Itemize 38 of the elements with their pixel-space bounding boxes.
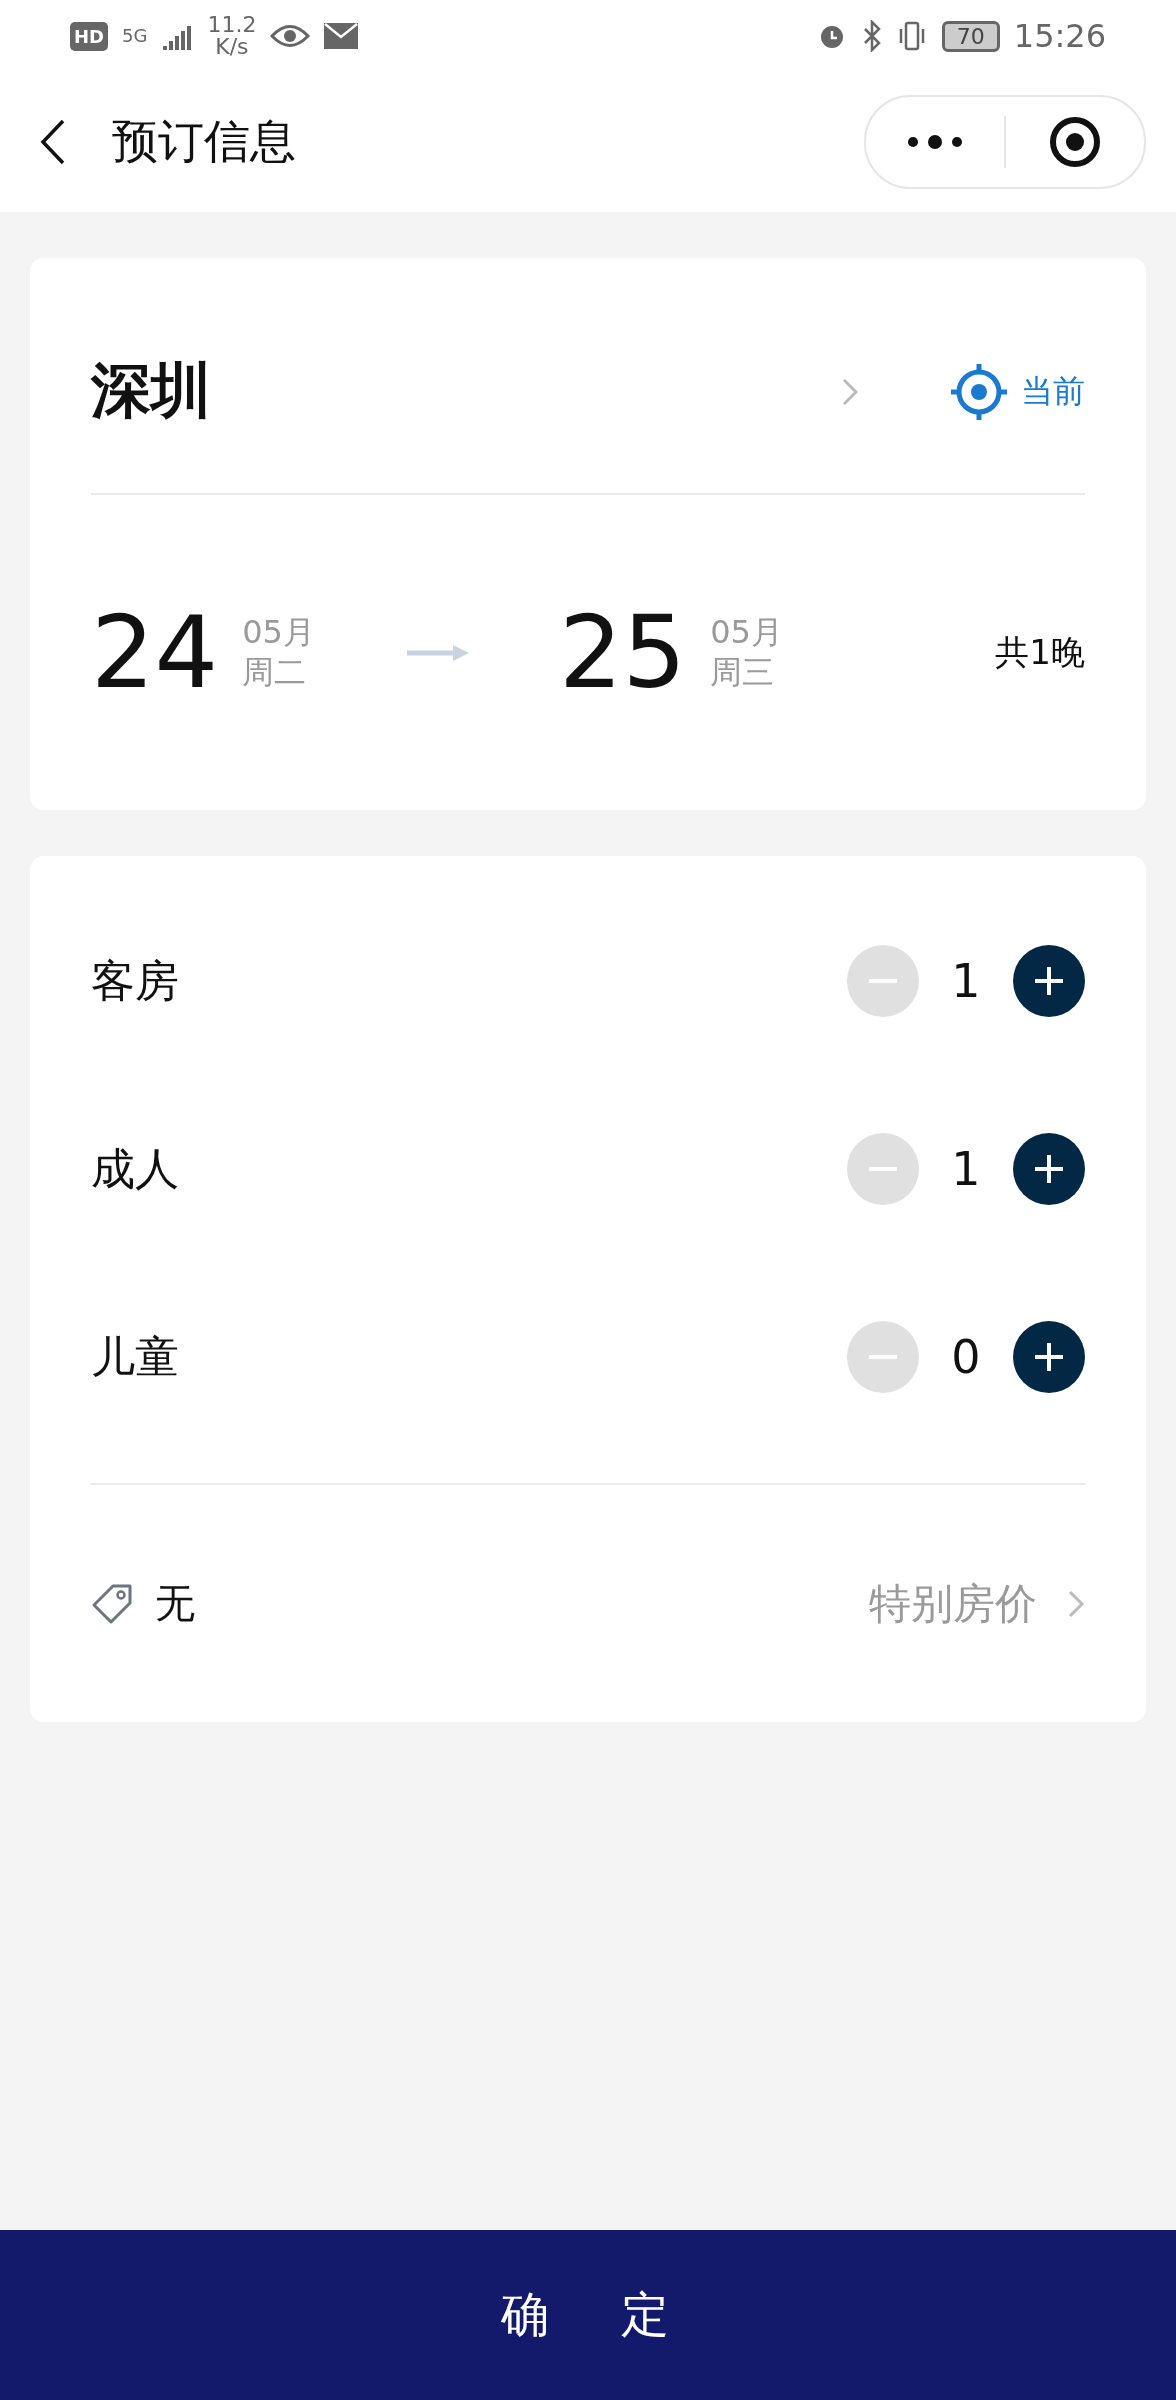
day-number: 25 — [558, 602, 687, 703]
more-icon[interactable] — [905, 134, 965, 150]
speed-value: 11.2 — [207, 14, 257, 36]
counter-label: 儿童 — [91, 1329, 179, 1384]
eye-icon — [270, 23, 311, 49]
chevron-right-icon — [841, 376, 859, 407]
tag-icon — [91, 1582, 133, 1625]
arrow-icon — [406, 644, 469, 661]
current-location-button[interactable]: 当前 — [949, 361, 1085, 422]
battery-icon: 70 — [941, 20, 1000, 52]
plus-icon — [1035, 1155, 1063, 1183]
city-name[interactable]: 深圳 — [91, 351, 211, 432]
month-label: 05月 — [710, 615, 783, 651]
locate-icon — [949, 361, 1009, 422]
weekday-label: 周三 — [710, 654, 776, 690]
nights-count: 共1晚 — [995, 630, 1085, 674]
counter-label: 客房 — [91, 953, 179, 1008]
counter-value: 1 — [950, 954, 982, 1008]
back-icon[interactable] — [40, 119, 66, 165]
day-number: 24 — [91, 602, 219, 703]
plus-icon — [1035, 1343, 1063, 1371]
confirm-button[interactable]: 确定 — [0, 2230, 1176, 2400]
close-target-icon[interactable] — [1049, 116, 1101, 168]
counter-value: 0 — [950, 1330, 982, 1384]
plus-icon — [1035, 967, 1063, 995]
mail-icon — [324, 23, 359, 49]
rate-value: 无 — [155, 1579, 195, 1628]
speed-unit: K/s — [215, 36, 249, 58]
weekday-label: 周二 — [242, 654, 308, 690]
network-label: 5G — [122, 27, 148, 45]
counter-label: 成人 — [91, 1141, 179, 1196]
bluetooth-icon — [861, 20, 882, 52]
hd-badge: HD — [70, 21, 108, 51]
page-title: 预订信息 — [112, 113, 296, 170]
clock-time: 15:26 — [1013, 20, 1106, 52]
month-label: 05月 — [242, 615, 315, 651]
counter-value: 1 — [950, 1142, 982, 1196]
chevron-right-icon — [1067, 1588, 1085, 1619]
